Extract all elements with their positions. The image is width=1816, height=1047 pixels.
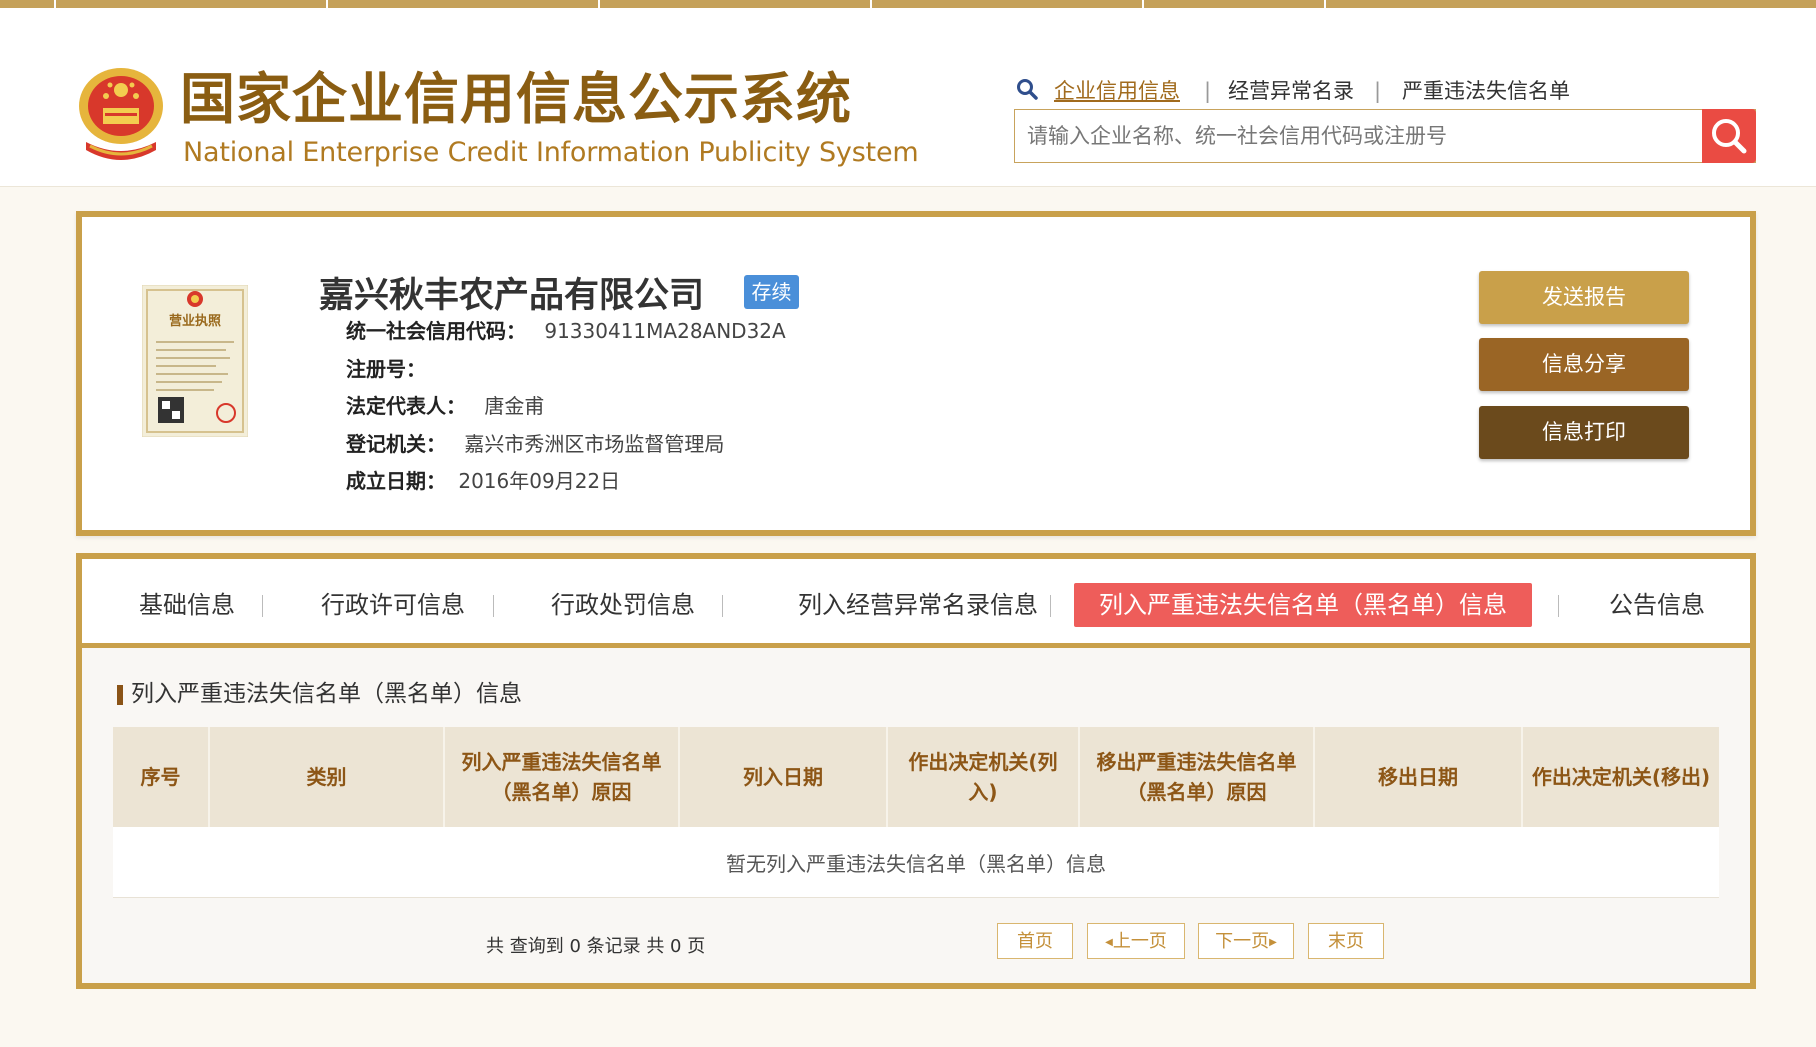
search-box [1014, 109, 1756, 163]
triangle-right-icon: ▶ [1269, 937, 1277, 948]
column-header: 序号 [113, 727, 210, 827]
field-label: 统一社会信用代码： [346, 319, 526, 343]
tab-abnormal-list[interactable]: 列入经营异常名录信息 [754, 583, 1082, 627]
site-title-cn: 国家企业信用信息公示系统 [180, 67, 853, 131]
empty-message: 暂无列入严重违法失信名单（黑名单）信息 [113, 827, 1719, 898]
nav-separator: | [1374, 79, 1382, 103]
record-summary: 共 查询到 0 条记录 共 0 页 [486, 936, 706, 957]
national-emblem-icon [79, 68, 163, 160]
print-info-button[interactable]: 信息打印 [1479, 406, 1689, 459]
nav-serious-violation[interactable]: 严重违法失信名单 [1402, 76, 1570, 106]
next-page-button[interactable]: 下一页▶ [1198, 923, 1294, 959]
company-name: 嘉兴秋丰农产品有限公司 [319, 276, 705, 316]
detail-card: 基础信息 行政许可信息 行政处罚信息 列入经营异常名录信息 列入严重违法失信名单… [76, 553, 1756, 989]
company-info-card: 营业执照 嘉兴秋丰农产品有限公司 存续 统一社会信用代码： 91330411MA… [76, 211, 1756, 536]
status-badge: 存续 [744, 275, 799, 309]
send-report-button[interactable]: 发送报告 [1479, 271, 1689, 324]
top-stripe [0, 0, 1816, 8]
first-page-button[interactable]: 首页 [997, 923, 1073, 959]
column-header: 类别 [209, 727, 445, 827]
table-header-row: 序号 类别 列入严重违法失信名单（黑名单）原因 列入日期 作出决定机关(列入) … [113, 727, 1719, 827]
tab-serious-violation[interactable]: 列入严重违法失信名单（黑名单）信息 [1074, 583, 1532, 627]
share-info-button[interactable]: 信息分享 [1479, 338, 1689, 391]
column-header: 移出日期 [1314, 727, 1523, 827]
field-label: 法定代表人： [346, 394, 466, 418]
triangle-left-icon: ◀ [1105, 937, 1113, 948]
tab-admin-license[interactable]: 行政许可信息 [296, 583, 490, 627]
field-value: 唐金甫 [484, 394, 545, 418]
field-value: 2016年09月22日 [458, 469, 621, 493]
field-registration-authority: 登记机关： 嘉兴市秀洲区市场监督管理局 [346, 430, 724, 458]
last-page-button[interactable]: 末页 [1308, 923, 1384, 959]
field-legal-rep: 法定代表人： 唐金甫 [346, 392, 544, 420]
search-input[interactable] [1025, 116, 1689, 156]
tab-announcements[interactable]: 公告信息 [1582, 583, 1732, 627]
field-establish-date: 成立日期： 2016年09月22日 [346, 467, 620, 495]
search-icon [1712, 119, 1747, 154]
nav-enterprise-credit[interactable]: 企业信用信息 [1054, 76, 1180, 106]
column-header: 列入日期 [679, 727, 888, 827]
search-button[interactable] [1702, 109, 1756, 163]
column-header: 移出严重违法失信名单（黑名单）原因 [1079, 727, 1315, 827]
column-header: 列入严重违法失信名单（黑名单）原因 [444, 727, 680, 827]
field-value: 嘉兴市秀洲区市场监督管理局 [464, 432, 725, 456]
field-value: 91330411MA28AND32A [544, 319, 786, 343]
site-header: 国家企业信用信息公示系统 National Enterprise Credit … [0, 8, 1816, 187]
blacklist-table: 序号 类别 列入严重违法失信名单（黑名单）原因 列入日期 作出决定机关(列入) … [113, 727, 1719, 898]
business-license-icon: 营业执照 [142, 285, 248, 437]
site-title-en: National Enterprise Credit Information P… [183, 137, 919, 168]
section-title-marker [117, 685, 123, 705]
tab-bar: 基础信息 行政许可信息 行政处罚信息 列入经营异常名录信息 列入严重违法失信名单… [82, 559, 1750, 648]
nav-separator: | [1204, 79, 1212, 103]
license-title: 营业执照 [169, 313, 221, 329]
field-label: 注册号： [346, 357, 426, 381]
field-label: 成立日期： [346, 469, 446, 493]
tab-admin-penalty[interactable]: 行政处罚信息 [526, 583, 720, 627]
tab-basic-info[interactable]: 基础信息 [112, 583, 262, 627]
prev-page-button[interactable]: ◀上一页 [1087, 923, 1185, 959]
field-credit-code: 统一社会信用代码： 91330411MA28AND32A [346, 317, 786, 345]
section-title: 列入严重违法失信名单（黑名单）信息 [117, 679, 522, 709]
column-header: 作出决定机关(移出) [1522, 727, 1719, 827]
table-row: 暂无列入严重违法失信名单（黑名单）信息 [113, 827, 1719, 898]
search-icon [1017, 79, 1038, 100]
field-label: 登记机关： [346, 432, 446, 456]
column-header: 作出决定机关(列入) [887, 727, 1080, 827]
nav-abnormal-list[interactable]: 经营异常名录 [1228, 76, 1354, 106]
field-reg-number: 注册号： [346, 355, 426, 383]
